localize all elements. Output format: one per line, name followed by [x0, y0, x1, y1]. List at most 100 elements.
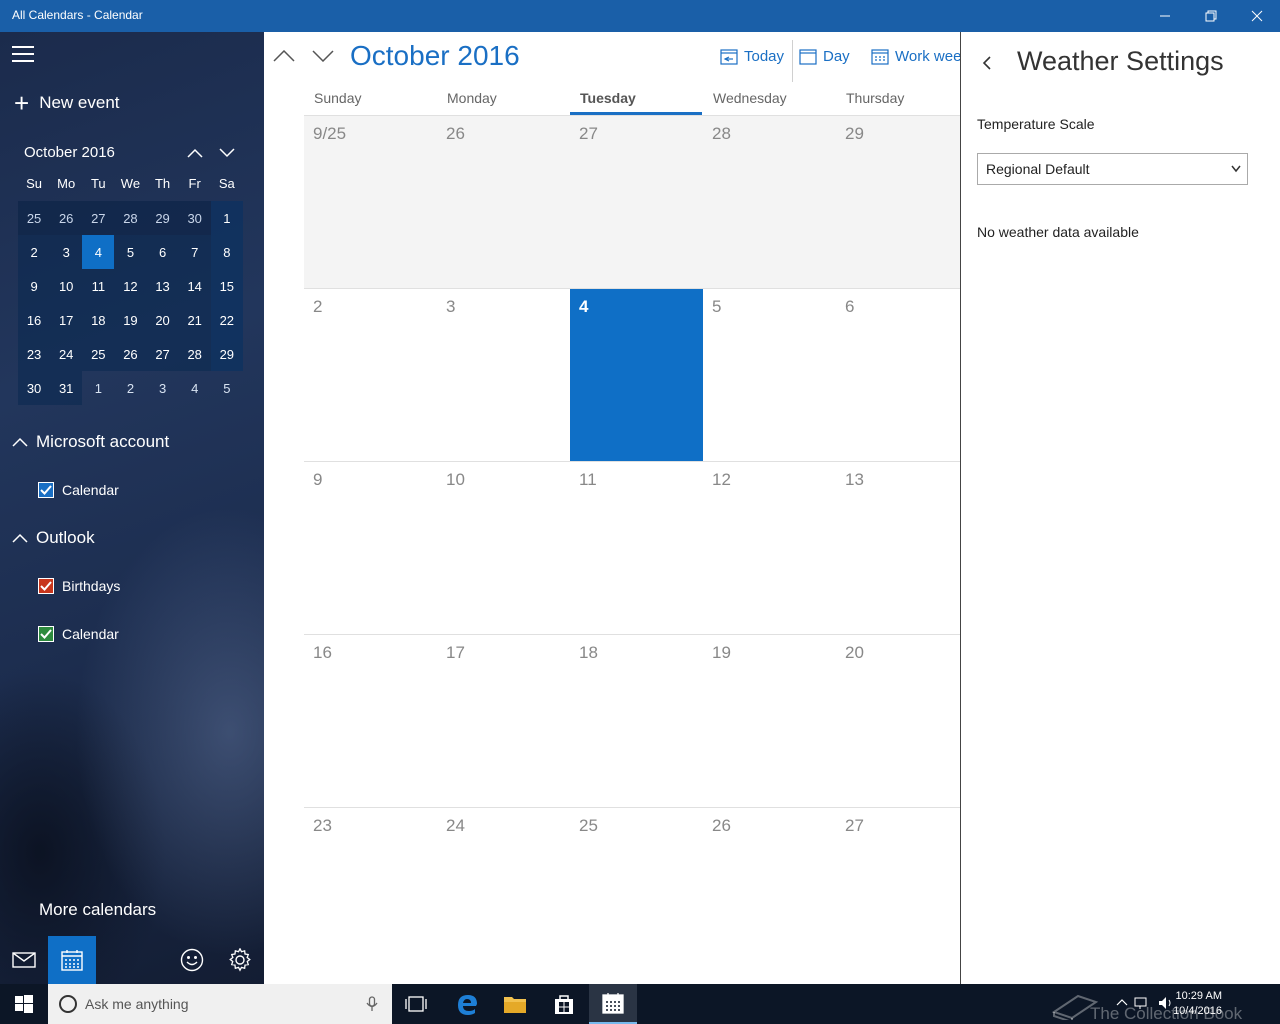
mini-calendar-day[interactable]: 3	[147, 371, 179, 405]
day-cell-today[interactable]: 4	[570, 289, 703, 462]
day-cell[interactable]: 17	[437, 635, 570, 808]
checkbox[interactable]	[38, 626, 54, 642]
store-button[interactable]	[540, 984, 588, 1024]
mini-calendar-day[interactable]: 27	[146, 337, 179, 371]
edge-button[interactable]	[443, 984, 491, 1024]
day-cell[interactable]: 29	[836, 116, 960, 289]
day-cell[interactable]: 10	[437, 462, 570, 635]
mini-calendar-day[interactable]: 4	[82, 235, 115, 269]
day-cell[interactable]: 27	[570, 116, 703, 289]
mini-calendar-day[interactable]: 23	[18, 337, 51, 371]
calendar-button[interactable]	[48, 936, 96, 984]
mini-calendar-day[interactable]: 31	[50, 371, 83, 405]
day-cell[interactable]: 9/25	[304, 116, 437, 289]
day-cell[interactable]: 5	[703, 289, 836, 462]
mini-calendar-day[interactable]: 3	[50, 235, 83, 269]
restore-button[interactable]	[1188, 0, 1234, 32]
day-cell[interactable]: 3	[437, 289, 570, 462]
mini-calendar-day[interactable]: 1	[210, 201, 243, 235]
day-cell[interactable]: 2	[304, 289, 437, 462]
mini-calendar-day[interactable]: 22	[210, 303, 243, 337]
day-cell[interactable]: 9	[304, 462, 437, 635]
mini-calendar-day[interactable]: 19	[114, 303, 147, 337]
mini-calendar-day[interactable]: 26	[114, 337, 147, 371]
mini-calendar-day[interactable]: 7	[178, 235, 211, 269]
mini-calendar-day[interactable]: 8	[210, 235, 243, 269]
mini-calendar-day[interactable]: 28	[178, 337, 211, 371]
mini-calendar-day[interactable]: 12	[114, 269, 147, 303]
day-view-button[interactable]: Day	[799, 48, 850, 65]
mini-calendar-day[interactable]: 26	[50, 201, 83, 235]
day-cell[interactable]: 27	[836, 808, 960, 981]
mini-calendar-day[interactable]: 15	[210, 269, 243, 303]
mini-calendar-month[interactable]: October 2016	[24, 144, 115, 161]
mail-button[interactable]	[0, 936, 48, 984]
settings-button[interactable]	[216, 936, 264, 984]
previous-month-button[interactable]	[269, 44, 299, 68]
mini-calendar-day[interactable]: 6	[146, 235, 179, 269]
mini-calendar-day[interactable]: 24	[50, 337, 83, 371]
checkbox[interactable]	[38, 578, 54, 594]
mini-calendar-day[interactable]: 14	[178, 269, 211, 303]
mini-calendar-day[interactable]: 5	[211, 371, 243, 405]
feedback-button[interactable]	[168, 936, 216, 984]
temperature-scale-select[interactable]: Regional Default	[977, 153, 1248, 185]
mini-calendar-day[interactable]: 2	[114, 371, 146, 405]
day-cell[interactable]: 28	[703, 116, 836, 289]
cortana-search-box[interactable]: Ask me anything	[48, 984, 392, 1024]
mini-calendar-day[interactable]: 4	[179, 371, 211, 405]
task-view-button[interactable]	[392, 984, 440, 1024]
day-cell[interactable]: 16	[304, 635, 437, 808]
day-cell[interactable]: 18	[570, 635, 703, 808]
day-cell[interactable]: 11	[570, 462, 703, 635]
mini-calendar-day[interactable]: 28	[114, 201, 147, 235]
mini-calendar-day[interactable]: 27	[82, 201, 115, 235]
calendar-toggle-birthdays[interactable]: Birthdays	[38, 578, 120, 594]
month-title[interactable]: October 2016	[350, 40, 520, 72]
day-cell[interactable]: 13	[836, 462, 960, 635]
day-cell[interactable]: 20	[836, 635, 960, 808]
back-button[interactable]	[981, 54, 997, 72]
mini-calendar-day[interactable]: 10	[50, 269, 83, 303]
minimize-button[interactable]	[1142, 0, 1188, 32]
mini-calendar-day[interactable]: 18	[82, 303, 115, 337]
day-cell[interactable]: 24	[437, 808, 570, 981]
mini-calendar-day[interactable]: 20	[146, 303, 179, 337]
calendar-toggle-microsoft-calendar[interactable]: Calendar	[38, 482, 119, 498]
new-event-button[interactable]: + New event	[14, 90, 120, 116]
mini-calendar-day[interactable]: 9	[18, 269, 51, 303]
checkbox[interactable]	[38, 482, 54, 498]
hamburger-menu-icon[interactable]	[12, 46, 36, 66]
more-calendars-link[interactable]: More calendars	[39, 900, 156, 920]
mini-calendar-prev-button[interactable]	[182, 142, 208, 164]
next-month-button[interactable]	[308, 44, 338, 68]
day-cell[interactable]: 19	[703, 635, 836, 808]
day-cell[interactable]: 6	[836, 289, 960, 462]
day-cell[interactable]: 23	[304, 808, 437, 981]
mini-calendar-day[interactable]: 11	[82, 269, 115, 303]
mini-calendar-day[interactable]: 29	[146, 201, 179, 235]
mini-calendar-day[interactable]: 13	[146, 269, 179, 303]
day-cell[interactable]: 26	[703, 808, 836, 981]
mini-calendar-day[interactable]: 16	[18, 303, 51, 337]
mini-calendar-day[interactable]: 30	[178, 201, 211, 235]
close-button[interactable]	[1234, 0, 1280, 32]
mini-calendar-next-button[interactable]	[214, 142, 240, 164]
mini-calendar-day[interactable]: 5	[114, 235, 147, 269]
mini-calendar-day[interactable]: 17	[50, 303, 83, 337]
calendar-app-taskbar-button[interactable]	[589, 984, 637, 1024]
calendar-toggle-outlook-calendar[interactable]: Calendar	[38, 626, 119, 642]
day-cell[interactable]: 12	[703, 462, 836, 635]
mini-calendar-day[interactable]: 21	[178, 303, 211, 337]
day-cell[interactable]: 26	[437, 116, 570, 289]
today-button[interactable]: Today	[720, 48, 784, 65]
account-toggle-microsoft[interactable]: Microsoft account	[12, 432, 169, 452]
start-button[interactable]	[0, 984, 48, 1024]
mini-calendar-day[interactable]: 25	[82, 337, 115, 371]
work-week-view-button[interactable]: Work week	[871, 48, 960, 65]
account-toggle-outlook[interactable]: Outlook	[12, 528, 95, 548]
file-explorer-button[interactable]	[491, 984, 539, 1024]
day-cell[interactable]: 25	[570, 808, 703, 981]
mini-calendar-day[interactable]: 29	[210, 337, 243, 371]
mini-calendar-day[interactable]: 30	[18, 371, 51, 405]
